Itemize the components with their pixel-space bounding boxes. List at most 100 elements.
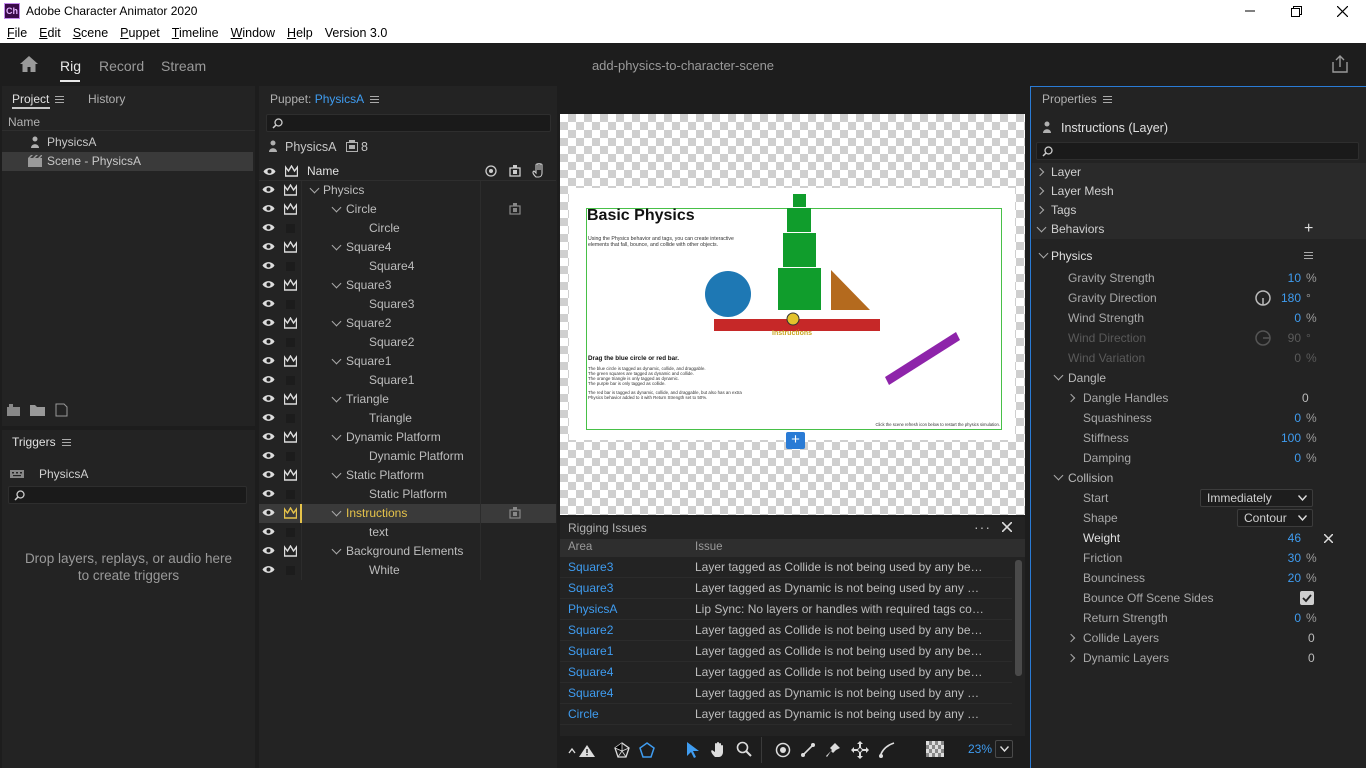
eye-icon[interactable] <box>262 299 275 308</box>
eye-icon[interactable] <box>262 280 275 289</box>
param-value[interactable]: 180 <box>1257 288 1301 308</box>
puppet-layer-row[interactable]: Dynamic Platform <box>259 447 556 466</box>
param-gravity-direction[interactable]: Gravity Direction 180 ° <box>1032 288 1366 308</box>
issue-area-link[interactable]: PhysicsA <box>568 599 617 620</box>
eye-icon[interactable] <box>262 223 275 232</box>
eye-icon[interactable] <box>262 546 275 555</box>
name-column-label[interactable]: Name <box>307 164 339 178</box>
param-stiffness[interactable]: Stiffness 100% <box>1032 428 1366 448</box>
shape-dropdown[interactable]: Contour <box>1237 509 1313 527</box>
eye-icon[interactable] <box>262 375 275 384</box>
puppet-layer-row[interactable]: text <box>259 523 556 542</box>
puppet-layer-row[interactable]: Circle <box>259 200 556 219</box>
project-item-puppet[interactable]: PhysicsA <box>2 133 255 152</box>
crown-placeholder[interactable] <box>286 262 295 271</box>
properties-search-input[interactable] <box>1036 142 1359 160</box>
issues-scrollbar[interactable] <box>1015 560 1022 676</box>
new-folder-button[interactable] <box>30 404 45 416</box>
issue-area-link[interactable]: Square4 <box>568 683 613 704</box>
minimize-button[interactable] <box>1227 0 1273 22</box>
puppet-layer-row[interactable]: White <box>259 561 556 580</box>
crown-placeholder[interactable] <box>286 376 295 385</box>
section-layer[interactable]: Layer <box>1032 163 1366 182</box>
menu-help[interactable]: Help <box>287 26 313 40</box>
close-panel-button[interactable] <box>1002 522 1012 532</box>
param-dangle-handles[interactable]: Dangle Handles 0 <box>1032 388 1366 408</box>
puppet-layer-row[interactable]: Background Elements <box>259 542 556 561</box>
chevron-down-icon[interactable] <box>331 316 342 327</box>
new-item-button[interactable] <box>55 403 68 417</box>
param-gravity-strength[interactable]: Gravity Strength 10% <box>1032 268 1366 288</box>
chevron-down-icon[interactable] <box>331 468 342 479</box>
param-wind-strength[interactable]: Wind Strength 0% <box>1032 308 1366 328</box>
zoom-tool[interactable] <box>736 741 752 757</box>
puppet-layer-row[interactable]: Square1 <box>259 352 556 371</box>
restore-button[interactable] <box>1273 0 1319 22</box>
hand-tool[interactable] <box>710 741 726 758</box>
crown-icon[interactable] <box>284 393 297 405</box>
instructions-handle[interactable] <box>786 312 800 326</box>
eye-icon[interactable] <box>262 261 275 270</box>
puppet-layer-row[interactable]: Square4 <box>259 238 556 257</box>
crown-placeholder[interactable] <box>286 566 295 575</box>
param-collide-layers[interactable]: Collide Layers 0 <box>1032 628 1366 648</box>
eye-icon[interactable] <box>262 413 275 422</box>
eye-icon[interactable] <box>262 394 275 403</box>
menu-timeline[interactable]: Timeline <box>172 26 219 40</box>
param-damping[interactable]: Damping 0% <box>1032 448 1366 468</box>
issue-row[interactable]: Square2 Layer tagged as Collide is not be… <box>560 620 1012 641</box>
eye-icon[interactable] <box>262 356 275 365</box>
crown-icon[interactable] <box>284 507 297 519</box>
param-value[interactable]: 90 <box>1257 328 1301 348</box>
mesh-button[interactable] <box>614 742 630 758</box>
zoom-level[interactable]: 23% <box>968 742 992 756</box>
chevron-down-icon[interactable] <box>331 506 342 517</box>
crown-placeholder[interactable] <box>286 338 295 347</box>
issue-area-link[interactable]: Square2 <box>568 620 613 641</box>
puppet-layer-row[interactable]: Static Platform <box>259 485 556 504</box>
crown-placeholder[interactable] <box>286 528 295 537</box>
issue-row[interactable]: Square4 Layer tagged as Dynamic is not be… <box>560 683 1012 704</box>
menu-edit[interactable]: Edit <box>39 26 61 40</box>
crown-icon[interactable] <box>284 184 297 196</box>
eye-icon[interactable] <box>262 489 275 498</box>
puppet-layer-row[interactable]: Square2 <box>259 333 556 352</box>
triggers-search-input[interactable] <box>8 486 247 504</box>
eye-icon[interactable] <box>262 432 275 441</box>
tab-project[interactable]: Project <box>12 92 65 106</box>
chevron-down-icon[interactable] <box>1053 470 1064 481</box>
puppet-layer-row[interactable]: Square2 <box>259 314 556 333</box>
behavior-menu-icon[interactable] <box>1304 252 1313 259</box>
pin-tool[interactable] <box>825 742 841 758</box>
transparency-grid-toggle[interactable] <box>926 741 944 757</box>
issue-area-link[interactable]: Square4 <box>568 662 613 683</box>
chevron-down-icon[interactable] <box>309 183 320 194</box>
bend-tool[interactable] <box>878 741 896 759</box>
param-value[interactable]: 10 <box>1257 268 1301 288</box>
chevron-right-icon[interactable] <box>1035 167 1045 177</box>
panel-menu-icon[interactable] <box>55 96 65 104</box>
crown-placeholder[interactable] <box>286 414 295 423</box>
issue-row[interactable]: Circle Layer tagged as Dynamic is not bei… <box>560 704 1012 725</box>
crown-placeholder[interactable] <box>286 452 295 461</box>
crown-icon[interactable] <box>284 355 297 367</box>
eye-icon[interactable] <box>262 204 275 213</box>
param-bounciness[interactable]: Bounciness 20% <box>1032 568 1366 588</box>
zoom-dropdown[interactable] <box>995 740 1013 758</box>
issue-area-link[interactable]: Square3 <box>568 578 613 599</box>
eye-icon[interactable] <box>262 470 275 479</box>
issue-area-link[interactable]: Square3 <box>568 557 613 578</box>
param-value[interactable]: 20 <box>1257 568 1301 588</box>
puppet-layer-row[interactable]: Dynamic Platform <box>259 428 556 447</box>
param-value[interactable]: 0 <box>1257 448 1301 468</box>
crown-placeholder[interactable] <box>286 490 295 499</box>
issue-row[interactable]: Square4 Layer tagged as Collide is not be… <box>560 662 1012 683</box>
param-return-strength[interactable]: Return Strength 0% <box>1032 608 1366 628</box>
crown-icon[interactable] <box>284 469 297 481</box>
chevron-right-icon[interactable] <box>1066 633 1076 643</box>
lock-icon[interactable] <box>509 203 521 215</box>
purple-bar-shape[interactable] <box>885 332 960 385</box>
menu-window[interactable]: Window <box>231 26 275 40</box>
crown-icon[interactable] <box>284 545 297 557</box>
chevron-right-icon[interactable] <box>1066 393 1076 403</box>
